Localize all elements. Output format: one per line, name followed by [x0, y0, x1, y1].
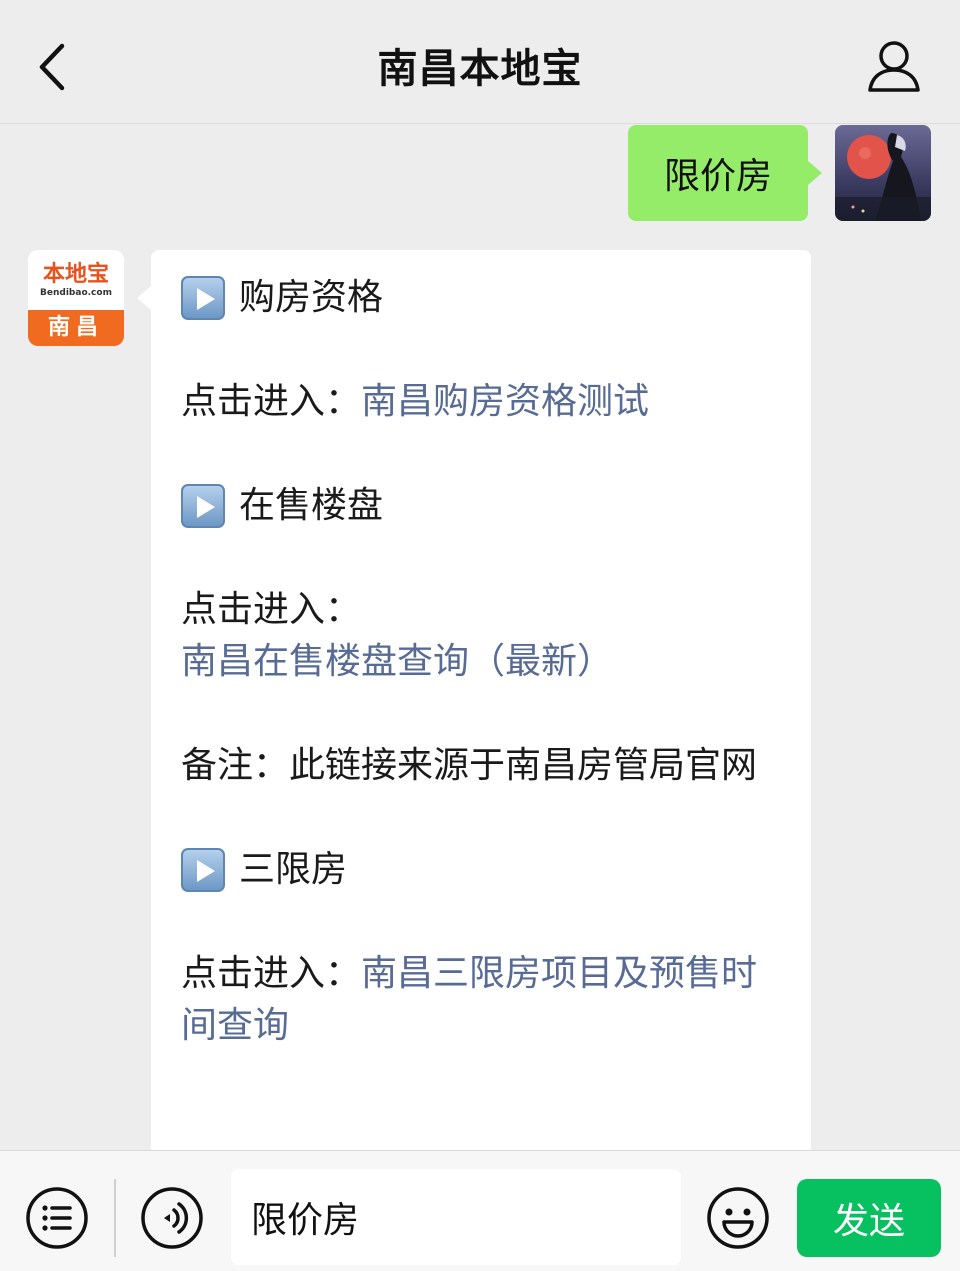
menu-list-icon[interactable] — [25, 1186, 89, 1250]
section-heading: 购房资格 — [181, 272, 781, 324]
on-sale-listings-link[interactable]: 南昌在售楼盘查询（最新） — [181, 641, 613, 682]
link-paragraph: 点击进入：南昌三限房项目及预售时间查询 — [181, 948, 781, 1052]
section-heading-text: 购房资格 — [239, 277, 384, 318]
top-nav-bar: 南昌本地宝 — [0, 0, 960, 124]
account-avatar[interactable]: 本地宝 Bendibao.com 南昌 — [28, 250, 124, 346]
send-button[interactable]: 发送 — [797, 1179, 941, 1257]
play-icon — [181, 484, 225, 528]
purchase-qualification-link[interactable]: 南昌购房资格测试 — [361, 381, 649, 422]
logo-city: 南昌 — [28, 310, 124, 346]
note-paragraph: 备注：此链接来源于南昌房管局官网 — [181, 745, 758, 786]
link-prefix: 点击进入： — [181, 381, 362, 422]
link-paragraph: 点击进入： 南昌在售楼盘查询（最新） — [181, 584, 781, 688]
section-heading-text: 三限房 — [239, 849, 348, 890]
message-input[interactable] — [231, 1169, 681, 1265]
logo-subtext: Bendibao.com — [40, 288, 112, 298]
user-message-bubble[interactable]: 限价房 — [628, 125, 822, 221]
bot-message-bubble: 购房资格 点击进入：南昌购房资格测试 在售楼盘 点击进入：南昌在售楼盘查询（最新… — [137, 250, 811, 1170]
link-paragraph: 点击进入：南昌购房资格测试 — [181, 376, 781, 428]
play-icon — [181, 848, 225, 892]
link-prefix: 点击进入： — [181, 953, 362, 994]
divider — [114, 1179, 116, 1257]
section-heading: 在售楼盘 — [181, 480, 781, 532]
voice-icon[interactable] — [140, 1186, 204, 1250]
logo-top: 本地宝 Bendibao.com — [28, 250, 124, 310]
user-avatar[interactable] — [835, 125, 931, 221]
link-prefix: 点击进入： — [181, 589, 362, 630]
profile-icon[interactable] — [864, 36, 924, 96]
user-message-text: 限价房 — [663, 156, 772, 197]
section-heading-text: 在售楼盘 — [239, 485, 384, 526]
emoji-icon[interactable] — [706, 1186, 770, 1250]
play-icon — [181, 276, 225, 320]
chat-title: 南昌本地宝 — [377, 46, 583, 92]
section-heading: 三限房 — [181, 844, 781, 896]
logo-text: 本地宝 — [42, 261, 109, 287]
input-bar: 发送 — [0, 1150, 960, 1271]
